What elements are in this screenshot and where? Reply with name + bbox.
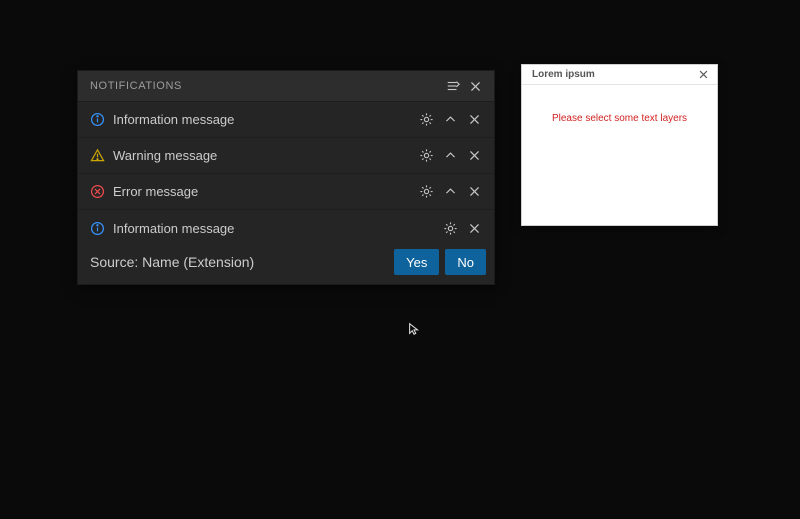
notification-expanded-head: Information message <box>90 210 486 246</box>
close-icon[interactable] <box>462 216 486 240</box>
notifications-header: NOTIFICATIONS <box>78 71 494 101</box>
notification-message: Error message <box>113 184 414 199</box>
close-icon[interactable] <box>462 144 486 168</box>
close-icon[interactable] <box>462 180 486 204</box>
modal-dialog: Lorem ipsum Please select some text laye… <box>521 64 718 226</box>
dialog-title: Lorem ipsum <box>532 69 695 80</box>
close-panel-icon[interactable] <box>464 75 486 97</box>
notification-source: Source: Name (Extension) <box>90 254 388 270</box>
notifications-panel: NOTIFICATIONS Information message <box>77 70 495 285</box>
chevron-up-icon[interactable] <box>438 108 462 132</box>
gear-icon[interactable] <box>414 108 438 132</box>
yes-button[interactable]: Yes <box>394 249 439 275</box>
info-icon <box>90 112 105 127</box>
notification-expanded: Information message Source: Name (Extens… <box>78 209 494 284</box>
notification-expanded-body: Source: Name (Extension) Yes No <box>90 246 486 284</box>
notification-row: Information message <box>78 101 494 137</box>
gear-icon[interactable] <box>414 180 438 204</box>
dialog-header: Lorem ipsum <box>522 65 717 85</box>
gear-icon[interactable] <box>438 216 462 240</box>
close-icon[interactable] <box>462 108 486 132</box>
chevron-up-icon[interactable] <box>438 144 462 168</box>
warning-icon <box>90 148 105 163</box>
notification-message: Information message <box>113 112 414 127</box>
info-icon <box>90 221 105 236</box>
notification-row: Error message <box>78 173 494 209</box>
notification-message: Information message <box>113 221 438 236</box>
cursor-icon <box>407 322 421 336</box>
notifications-title: NOTIFICATIONS <box>90 80 442 92</box>
gear-icon[interactable] <box>414 144 438 168</box>
no-button[interactable]: No <box>445 249 486 275</box>
chevron-up-icon[interactable] <box>438 180 462 204</box>
notification-row: Warning message <box>78 137 494 173</box>
collapse-all-icon[interactable] <box>442 75 464 97</box>
dialog-message: Please select some text layers <box>522 85 717 124</box>
error-icon <box>90 184 105 199</box>
close-icon[interactable] <box>695 67 711 83</box>
notification-message: Warning message <box>113 148 414 163</box>
